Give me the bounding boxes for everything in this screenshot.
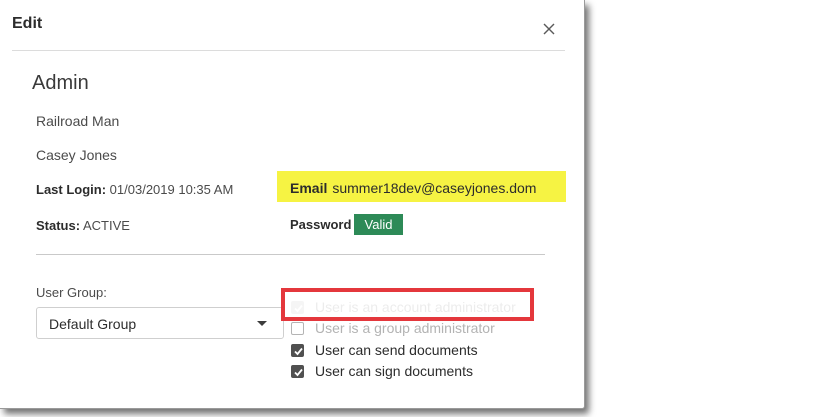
section-divider — [36, 254, 545, 255]
permission-label: User can send documents — [315, 342, 478, 358]
last-login-value: 01/03/2019 10:35 AM — [109, 182, 234, 197]
permission-label: User can sign documents — [315, 363, 473, 379]
user-group-select[interactable]: Default Group — [36, 307, 284, 339]
user-group-label: User Group: — [36, 285, 107, 300]
last-login-label: Last Login: — [36, 182, 107, 197]
section-title: Admin — [32, 72, 89, 94]
permission-label: User is an account administrator — [315, 299, 516, 315]
email-label: Email — [290, 180, 328, 196]
company-name: Railroad Man — [36, 113, 120, 129]
status-value: ACTIVE — [82, 218, 130, 233]
checkmark-icon — [294, 347, 303, 356]
email-value: summer18dev@caseyjones.dom — [332, 180, 537, 196]
edit-dialog: Edit Admin Railroad Man Casey Jones Last… — [0, 0, 585, 409]
user-full-name: Casey Jones — [36, 147, 117, 163]
close-button[interactable] — [540, 20, 558, 38]
checkmark-icon — [294, 368, 303, 377]
status-row: Status: ACTIVE — [36, 218, 130, 233]
user-group-selected: Default Group — [49, 316, 137, 332]
title-divider — [12, 50, 565, 51]
checkmark-icon — [294, 304, 303, 313]
last-login-row: Last Login: 01/03/2019 10:35 AM — [36, 182, 233, 197]
email-row: Email summer18dev@caseyjones.dom — [290, 180, 536, 196]
password-status-badge: Valid — [354, 214, 403, 235]
checkbox-group-admin[interactable] — [291, 322, 304, 335]
caret-down-icon — [257, 321, 267, 326]
checkbox-send-documents[interactable] — [291, 344, 304, 357]
checkbox-sign-documents[interactable] — [291, 365, 304, 378]
permission-label: User is a group administrator — [315, 320, 495, 336]
close-icon — [543, 23, 555, 35]
status-label: Status: — [36, 218, 81, 233]
screenshot-stage: Edit Admin Railroad Man Casey Jones Last… — [0, 0, 830, 417]
password-label: Password — [290, 217, 352, 232]
dialog-title: Edit — [12, 15, 43, 32]
checkbox-account-admin[interactable] — [291, 301, 304, 314]
